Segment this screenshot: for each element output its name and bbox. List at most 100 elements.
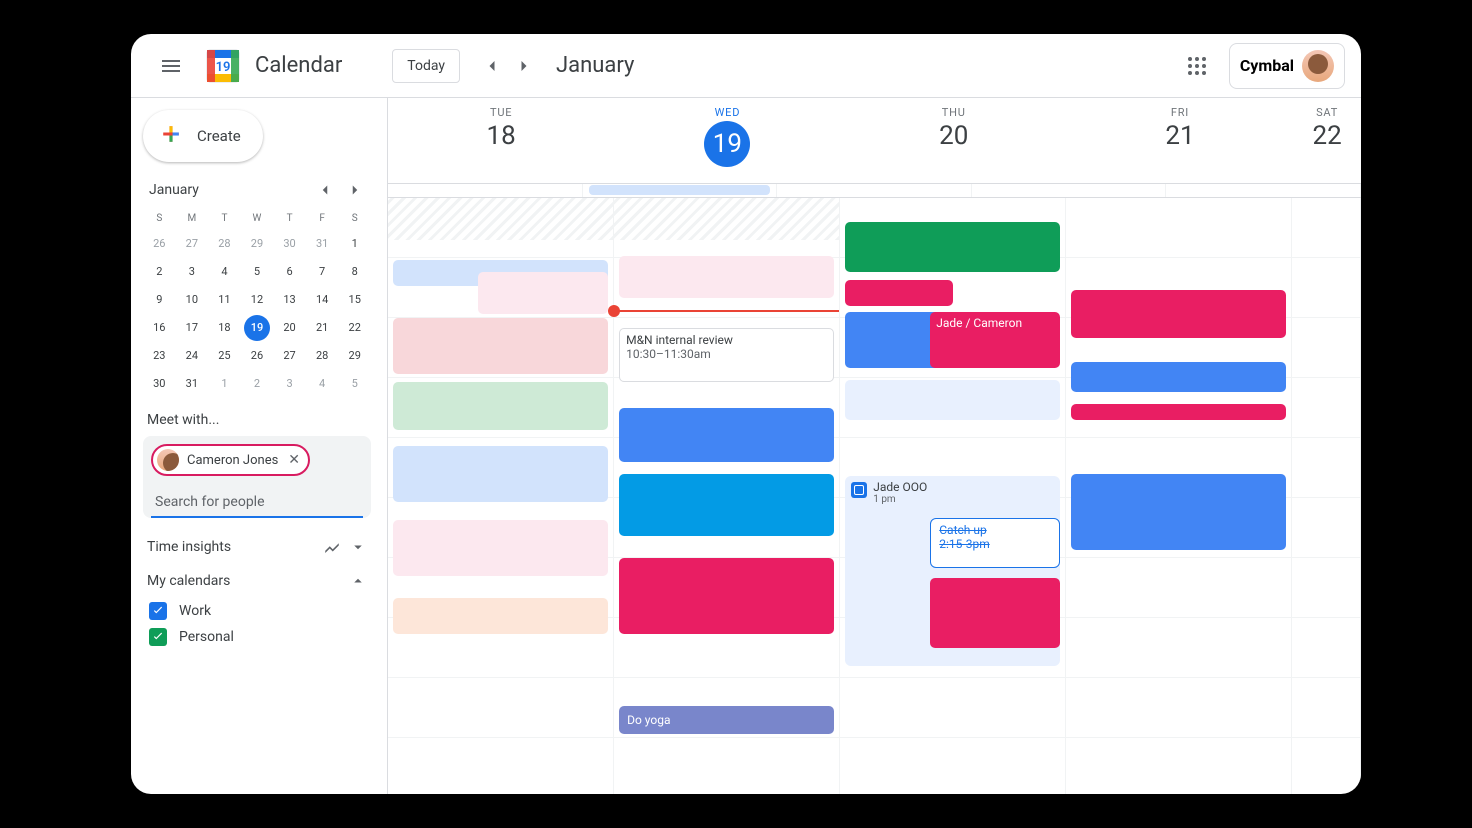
day-column-fri[interactable] <box>1066 198 1292 794</box>
event-block[interactable] <box>619 408 834 462</box>
main-menu-button[interactable] <box>147 42 195 90</box>
event-block[interactable] <box>1071 290 1286 338</box>
calendar-item-work[interactable]: Work <box>143 598 371 624</box>
day-number[interactable]: 19 <box>704 121 750 167</box>
person-chip[interactable]: Cameron Jones ✕ <box>151 444 310 476</box>
my-calendars-toggle[interactable]: My calendars <box>143 564 371 598</box>
mini-day[interactable]: 13 <box>277 287 303 313</box>
mini-day[interactable]: 29 <box>342 343 368 369</box>
create-button[interactable]: Create <box>143 110 263 162</box>
event-do-yoga[interactable]: Do yoga <box>619 706 834 734</box>
mini-day[interactable]: 2 <box>244 371 270 397</box>
event-block[interactable] <box>1071 474 1286 550</box>
day-column-sat[interactable] <box>1292 198 1361 794</box>
next-period-button[interactable] <box>508 50 540 82</box>
event-block[interactable] <box>393 520 608 576</box>
mini-day[interactable]: 31 <box>309 231 335 257</box>
event-catch-up[interactable]: Catch up 2:15-3pm <box>930 518 1060 568</box>
allday-event[interactable] <box>589 185 771 195</box>
event-block[interactable] <box>393 598 608 634</box>
time-grid[interactable]: M&N internal review 10:30–11:30am Do yog… <box>388 198 1361 794</box>
mini-day[interactable]: 27 <box>277 343 303 369</box>
mini-day[interactable]: 6 <box>277 259 303 285</box>
mini-day[interactable]: 3 <box>277 371 303 397</box>
day-column-tue[interactable] <box>388 198 614 794</box>
today-button[interactable]: Today <box>392 49 460 83</box>
mini-day[interactable]: 14 <box>309 287 335 313</box>
mini-day[interactable]: 5 <box>342 371 368 397</box>
mini-day[interactable]: 17 <box>179 315 205 341</box>
event-block[interactable] <box>393 382 608 430</box>
day-number[interactable]: 20 <box>841 121 1067 151</box>
mini-day[interactable]: 20 <box>277 315 303 341</box>
remove-chip-button[interactable]: ✕ <box>288 452 300 468</box>
mini-day[interactable]: 3 <box>179 259 205 285</box>
mini-day[interactable]: 4 <box>309 371 335 397</box>
day-column-wed[interactable]: M&N internal review 10:30–11:30am Do yog… <box>614 198 840 794</box>
event-block[interactable] <box>393 446 608 502</box>
people-search-input[interactable] <box>151 484 363 518</box>
checkbox-personal[interactable] <box>149 628 167 646</box>
event-block[interactable] <box>619 558 834 634</box>
mini-day[interactable]: 22 <box>342 315 368 341</box>
calendar-item-personal[interactable]: Personal <box>143 624 371 650</box>
event-block[interactable] <box>930 578 1060 648</box>
mini-day[interactable]: 10 <box>179 287 205 313</box>
mini-day[interactable]: 1 <box>342 231 368 257</box>
event-block[interactable] <box>393 318 608 374</box>
mini-day[interactable]: 29 <box>244 231 270 257</box>
day-header[interactable]: FRI21 <box>1067 98 1293 183</box>
mini-day[interactable]: 8 <box>342 259 368 285</box>
mini-day[interactable]: 30 <box>277 231 303 257</box>
event-block[interactable] <box>845 222 1060 272</box>
mini-day[interactable]: 21 <box>309 315 335 341</box>
mini-day[interactable]: 7 <box>309 259 335 285</box>
mini-day[interactable]: 23 <box>146 343 172 369</box>
day-number[interactable]: 21 <box>1067 121 1293 151</box>
mini-next-button[interactable] <box>343 178 367 202</box>
mini-day[interactable]: 12 <box>244 287 270 313</box>
account-switcher[interactable]: Cymbal <box>1229 43 1345 89</box>
mini-day[interactable]: 24 <box>179 343 205 369</box>
mini-day[interactable]: 11 <box>211 287 237 313</box>
checkbox-work[interactable] <box>149 602 167 620</box>
day-header[interactable]: TUE18 <box>388 98 614 183</box>
mini-day[interactable]: 1 <box>211 371 237 397</box>
event-block[interactable] <box>619 256 834 298</box>
day-header[interactable]: THU20 <box>841 98 1067 183</box>
day-number[interactable]: 22 <box>1293 121 1361 151</box>
mini-day[interactable]: 28 <box>309 343 335 369</box>
prev-period-button[interactable] <box>476 50 508 82</box>
mini-day[interactable]: 16 <box>146 315 172 341</box>
mini-day[interactable]: 15 <box>342 287 368 313</box>
mini-day[interactable]: 4 <box>211 259 237 285</box>
event-block[interactable] <box>845 380 1060 420</box>
event-jade-cameron[interactable]: Jade / Cameron <box>930 312 1060 368</box>
mini-day[interactable]: 2 <box>146 259 172 285</box>
day-header[interactable]: WED19 <box>614 98 840 183</box>
event-block[interactable] <box>478 272 608 314</box>
mini-day[interactable]: 18 <box>211 315 237 341</box>
day-header[interactable]: SAT22 <box>1293 98 1361 183</box>
calendar-personal-label: Personal <box>179 629 234 645</box>
mini-day[interactable]: 19 <box>244 315 270 341</box>
day-column-thu[interactable]: Jade / Cameron Jade OOO 1 pm Catch up 2:… <box>840 198 1066 794</box>
mini-day[interactable]: 26 <box>244 343 270 369</box>
event-block[interactable] <box>845 280 953 306</box>
event-block[interactable] <box>1071 362 1286 392</box>
mini-day[interactable]: 25 <box>211 343 237 369</box>
event-block[interactable] <box>619 474 834 536</box>
event-mn-review[interactable]: M&N internal review 10:30–11:30am <box>619 328 834 382</box>
google-apps-button[interactable] <box>1177 46 1217 86</box>
mini-day[interactable]: 27 <box>179 231 205 257</box>
day-number[interactable]: 18 <box>388 121 614 151</box>
mini-day[interactable]: 31 <box>179 371 205 397</box>
mini-day[interactable]: 28 <box>211 231 237 257</box>
mini-day[interactable]: 30 <box>146 371 172 397</box>
mini-prev-button[interactable] <box>313 178 337 202</box>
time-insights-toggle[interactable]: Time insights <box>143 530 371 564</box>
mini-day[interactable]: 26 <box>146 231 172 257</box>
mini-day[interactable]: 9 <box>146 287 172 313</box>
event-block[interactable] <box>1071 404 1286 420</box>
mini-day[interactable]: 5 <box>244 259 270 285</box>
